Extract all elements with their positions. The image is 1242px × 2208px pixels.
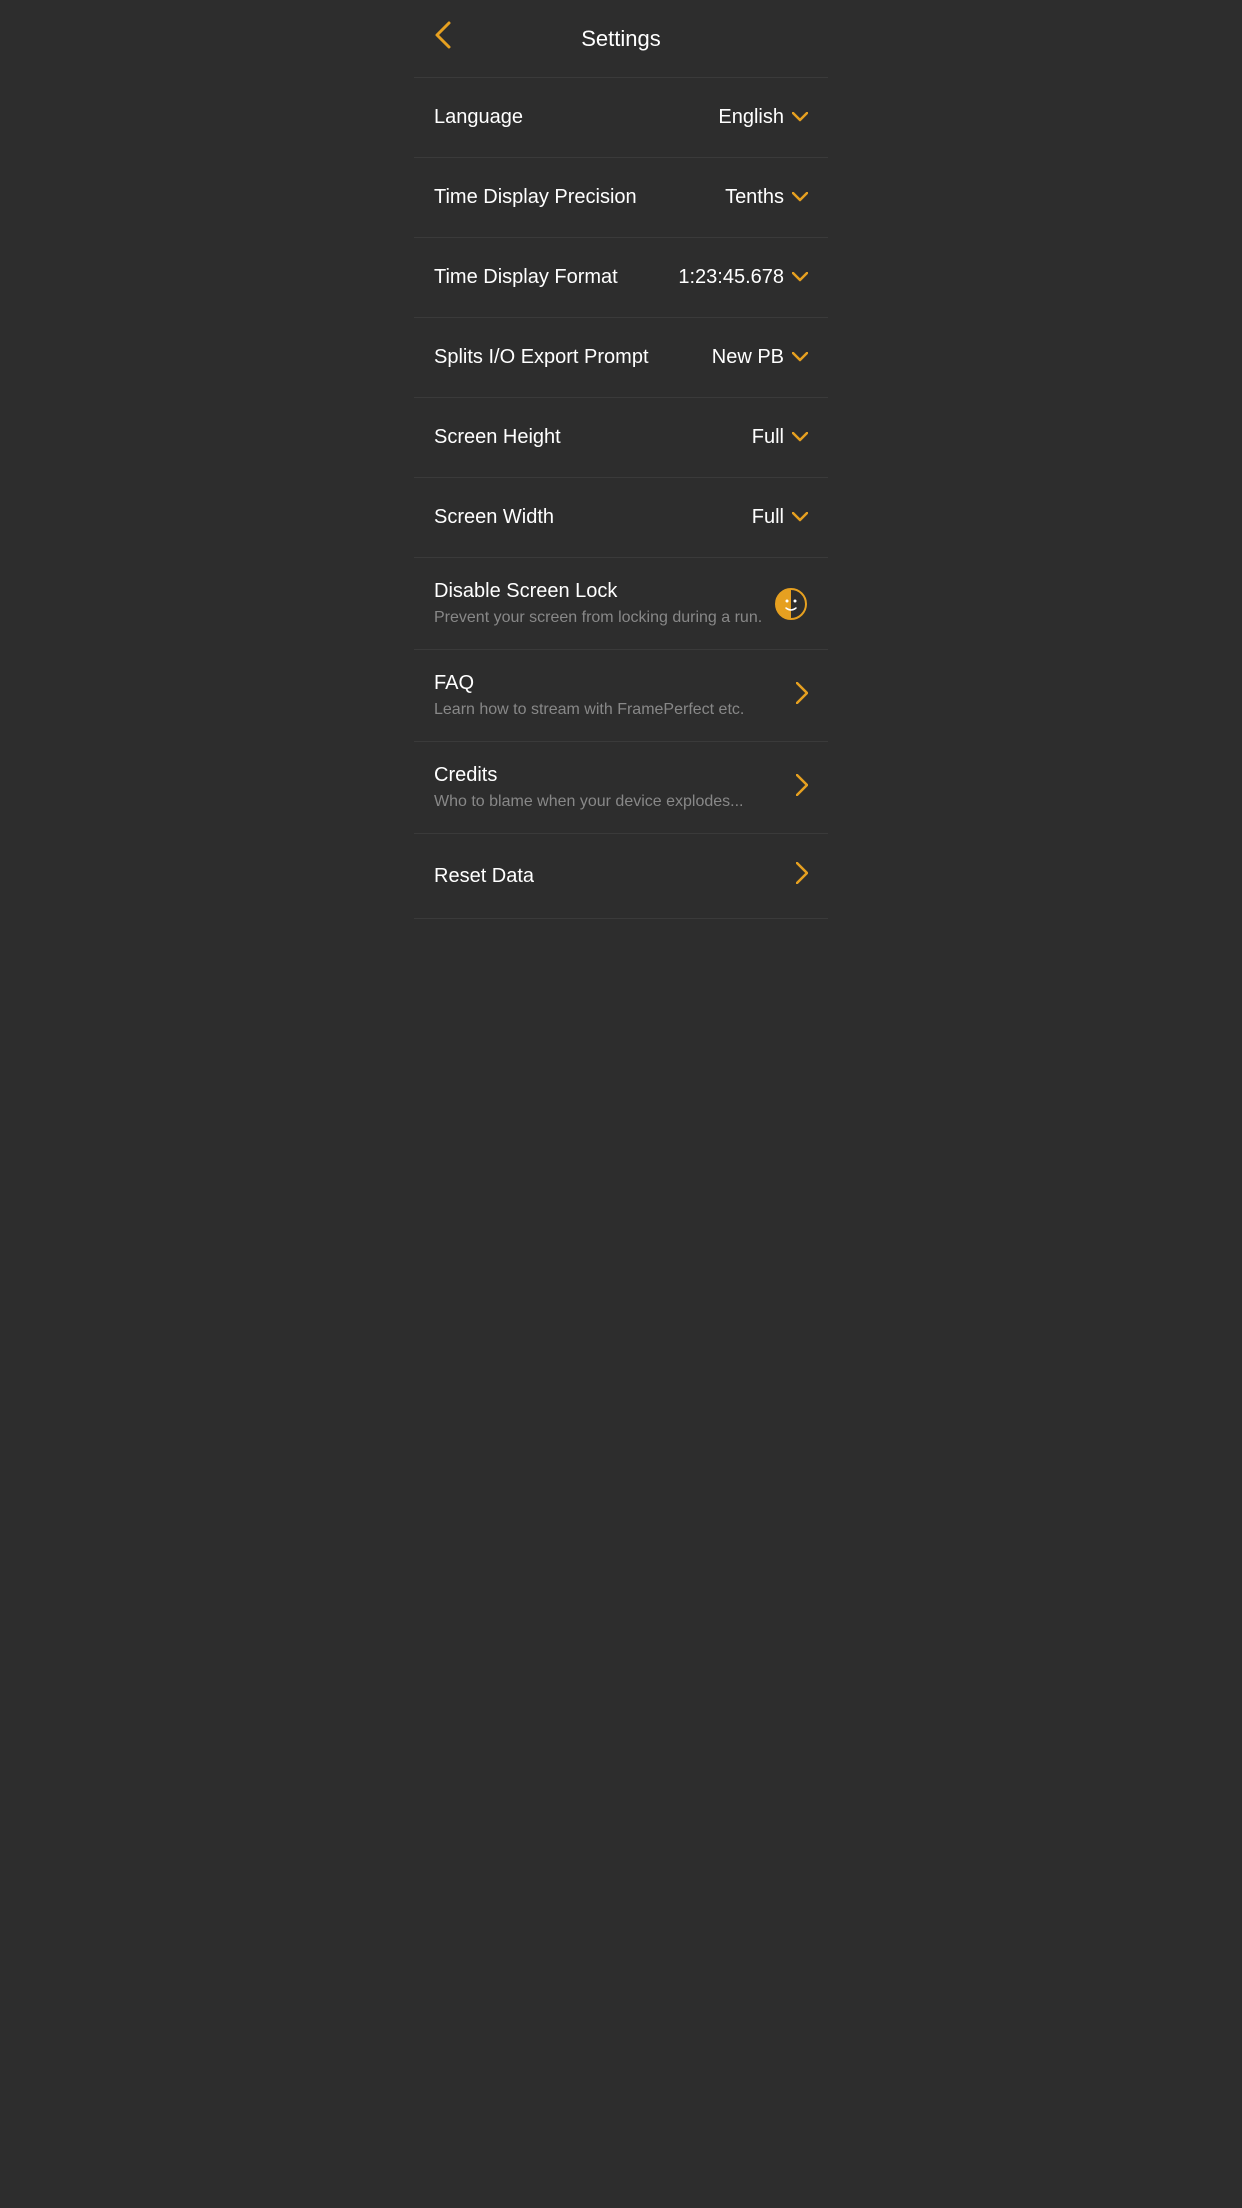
language-current: English [718, 106, 784, 129]
time-format-current: 1:23:45.678 [678, 266, 784, 289]
faq-content: FAQ Learn how to stream with FramePerfec… [434, 672, 796, 719]
header: Settings [414, 0, 828, 78]
credits-label: Credits [434, 764, 796, 787]
reset-data-label: Reset Data [434, 865, 534, 888]
screen-width-chevron-icon [792, 510, 808, 526]
reset-data-chevron-icon [796, 862, 808, 890]
screen-width-row[interactable]: Screen Width Full [414, 478, 828, 558]
reset-data-row[interactable]: Reset Data [414, 834, 828, 919]
credits-subtitle: Who to blame when your device explodes..… [434, 793, 796, 811]
disable-screen-lock-content: Disable Screen Lock Prevent your screen … [434, 580, 774, 627]
faq-chevron-icon [796, 682, 808, 710]
credits-chevron-icon [796, 774, 808, 802]
credits-content: Credits Who to blame when your device ex… [434, 764, 796, 811]
splits-export-label: Splits I/O Export Prompt [434, 346, 649, 369]
time-format-row[interactable]: Time Display Format 1:23:45.678 [414, 238, 828, 318]
faq-row[interactable]: FAQ Learn how to stream with FramePerfec… [414, 650, 828, 742]
faq-subtitle: Learn how to stream with FramePerfect et… [434, 701, 796, 719]
language-label: Language [434, 106, 523, 129]
screen-width-value: Full [752, 506, 808, 529]
splits-export-chevron-icon [792, 350, 808, 366]
time-precision-chevron-icon [792, 190, 808, 206]
screen-height-row[interactable]: Screen Height Full [414, 398, 828, 478]
disable-screen-lock-subtitle: Prevent your screen from locking during … [434, 609, 774, 627]
disable-screen-lock-toggle[interactable] [774, 587, 808, 621]
time-precision-current: Tenths [725, 186, 784, 209]
time-format-chevron-icon [792, 270, 808, 286]
time-precision-value: Tenths [725, 186, 808, 209]
page-title: Settings [581, 26, 661, 52]
time-format-value: 1:23:45.678 [678, 266, 808, 289]
disable-screen-lock-label: Disable Screen Lock [434, 580, 774, 603]
language-row[interactable]: Language English [414, 78, 828, 158]
screen-height-chevron-icon [792, 430, 808, 446]
settings-list: Language English Time Display Precision … [414, 78, 828, 919]
screen-width-label: Screen Width [434, 506, 554, 529]
screen-height-current: Full [752, 426, 784, 449]
credits-row[interactable]: Credits Who to blame when your device ex… [414, 742, 828, 834]
time-format-label: Time Display Format [434, 266, 618, 289]
back-button[interactable] [434, 16, 460, 61]
screen-height-value: Full [752, 426, 808, 449]
splits-export-current: New PB [712, 346, 784, 369]
disable-screen-lock-row[interactable]: Disable Screen Lock Prevent your screen … [414, 558, 828, 650]
splits-export-value: New PB [712, 346, 808, 369]
splits-export-row[interactable]: Splits I/O Export Prompt New PB [414, 318, 828, 398]
faq-label: FAQ [434, 672, 796, 695]
language-chevron-icon [792, 110, 808, 126]
screen-width-current: Full [752, 506, 784, 529]
time-precision-label: Time Display Precision [434, 186, 637, 209]
language-value: English [718, 106, 808, 129]
screen-height-label: Screen Height [434, 426, 561, 449]
time-precision-row[interactable]: Time Display Precision Tenths [414, 158, 828, 238]
